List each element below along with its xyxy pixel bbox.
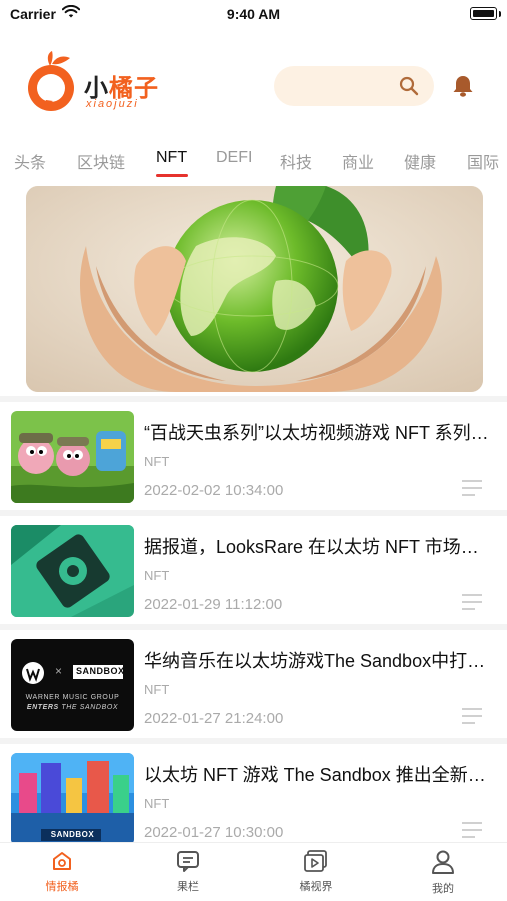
- tab-blockchain[interactable]: 区块链: [77, 149, 125, 173]
- bell-icon[interactable]: [452, 74, 474, 98]
- news-title[interactable]: 据报道，LooksRare 在以太坊 NFT 市场交易量领先: [144, 533, 496, 559]
- times-sign: ×: [55, 664, 63, 678]
- news-feed: “百战天虫系列”以太坊视频游戏 NFT 系列即将上线 NFT 2022-02-0…: [0, 396, 507, 852]
- news-item[interactable]: × SANDBOX WARNER MUSIC GROUP ENTERS THE …: [0, 630, 507, 738]
- search-input[interactable]: [274, 66, 434, 106]
- news-category: NFT: [144, 796, 170, 811]
- tab-nft[interactable]: NFT: [156, 149, 187, 167]
- warner-caption-enters: ENTERS: [26, 704, 59, 711]
- tab-tech[interactable]: 科技: [280, 149, 312, 173]
- news-thumbnail-worms: [11, 411, 134, 503]
- news-item[interactable]: SANDBOX 以太坊 NFT 游戏 The Sandbox 推出全新体验 NF…: [0, 744, 507, 852]
- app-header: 小橘子 xiaojuzi: [0, 40, 507, 140]
- search-icon[interactable]: [399, 76, 419, 96]
- news-item[interactable]: “百战天虫系列”以太坊视频游戏 NFT 系列即将上线 NFT 2022-02-0…: [0, 402, 507, 510]
- news-date: 2022-01-27 21:24:00: [144, 710, 284, 727]
- chat-icon: [177, 851, 199, 872]
- tab-toutiao[interactable]: 头条: [14, 149, 46, 173]
- bottom-tab-bar: 情报橘 果栏 橘视界 我的: [0, 842, 507, 901]
- tabbar-label: 我的: [432, 883, 454, 895]
- clock: 9:40 AM: [226, 6, 281, 22]
- home-icon: [53, 852, 71, 870]
- tabbar-item-profile[interactable]: 我的: [403, 849, 483, 896]
- user-icon: [432, 850, 454, 874]
- news-date: 2022-01-29 11:12:00: [144, 596, 283, 613]
- news-date: 2022-01-27 10:30:00: [144, 824, 284, 841]
- tab-business[interactable]: 商业: [342, 149, 374, 173]
- featured-banner[interactable]: [26, 186, 483, 392]
- tabbar-label: 果栏: [177, 881, 199, 893]
- orange-logo-icon: [28, 51, 74, 111]
- tabbar-item-video[interactable]: 橘视界: [276, 849, 356, 894]
- tab-health[interactable]: 健康: [404, 149, 436, 173]
- tab-international[interactable]: 国际: [467, 149, 499, 173]
- tabbar-label: 情报橘: [45, 881, 79, 893]
- news-thumbnail-looksrare: [11, 525, 134, 617]
- news-category: NFT: [144, 454, 170, 469]
- news-title[interactable]: 以太坊 NFT 游戏 The Sandbox 推出全新体验: [144, 761, 496, 787]
- menu-lines-icon[interactable]: [462, 480, 484, 496]
- news-thumbnail-warner: × SANDBOX WARNER MUSIC GROUP ENTERS THE …: [11, 639, 134, 731]
- logo-subtext: xiaojuzi: [86, 98, 139, 110]
- tabbar-label: 橘视界: [299, 881, 333, 893]
- warner-caption-line1: WARNER MUSIC GROUP: [25, 694, 120, 701]
- news-title[interactable]: 华纳音乐在以太坊游戏The Sandbox中打造音乐主题乐园: [144, 647, 496, 673]
- news-thumbnail-sandbox: SANDBOX: [11, 753, 134, 845]
- warner-caption-sandbox: THE SANDBOX: [61, 704, 119, 711]
- news-date: 2022-02-02 10:34:00: [144, 482, 284, 499]
- news-title[interactable]: “百战天虫系列”以太坊视频游戏 NFT 系列即将上线: [144, 419, 496, 445]
- globe-in-hands-image: [26, 186, 483, 392]
- news-category: NFT: [144, 568, 170, 583]
- menu-lines-icon[interactable]: [462, 708, 484, 724]
- sandbox-thumb-logo: SANDBOX: [50, 830, 95, 839]
- menu-lines-icon[interactable]: [462, 594, 484, 610]
- battery-icon: [470, 7, 497, 20]
- news-item[interactable]: 据报道，LooksRare 在以太坊 NFT 市场交易量领先 NFT 2022-…: [0, 516, 507, 624]
- tabbar-item-market[interactable]: 果栏: [148, 849, 228, 894]
- sandbox-logo-text: SANDBOX: [76, 666, 125, 676]
- warner-caption-line2: ENTERS THE SANDBOX: [11, 704, 134, 711]
- menu-lines-icon[interactable]: [462, 822, 484, 838]
- news-category: NFT: [144, 682, 170, 697]
- status-bar: Carrier 9:40 AM: [0, 0, 507, 30]
- active-tab-indicator: [156, 174, 188, 177]
- tabbar-item-home[interactable]: 情报橘: [22, 849, 102, 894]
- tab-defi[interactable]: DEFI: [216, 149, 252, 167]
- category-tabs: 头条 区块链 NFT DEFI 科技 商业 健康 国际: [0, 146, 507, 182]
- video-icon: [304, 850, 327, 872]
